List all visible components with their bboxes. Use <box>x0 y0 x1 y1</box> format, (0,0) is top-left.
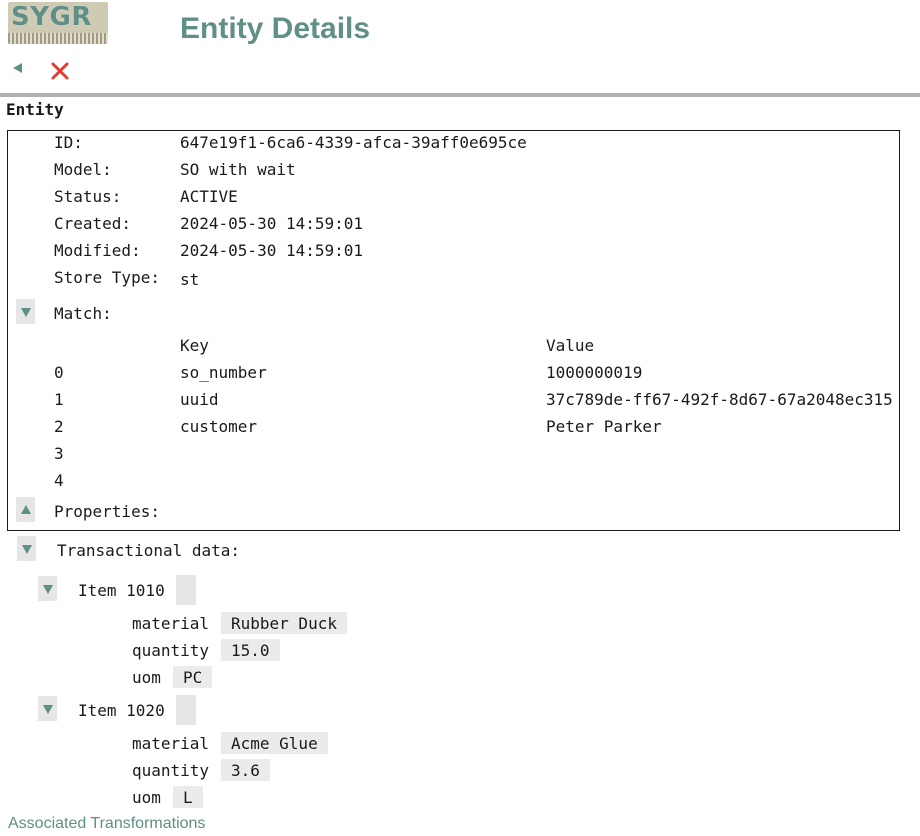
close-x-icon[interactable] <box>49 60 71 82</box>
item-field-name: material <box>132 614 210 633</box>
field-label-status: Status: <box>54 187 122 206</box>
match-row-index: 0 <box>54 363 64 382</box>
item-field-value: 15.0 <box>221 639 280 661</box>
chevron-up-icon <box>21 505 31 514</box>
field-value-created: 2024-05-30 14:59:01 <box>180 214 364 233</box>
match-row-value: 37c789de-ff67-492f-8d67-67a2048ec315 <box>546 390 893 409</box>
chevron-down-icon <box>43 585 53 594</box>
match-row-index: 1 <box>54 390 64 409</box>
properties-label: Properties: <box>54 502 160 521</box>
match-row-value: 1000000019 <box>546 363 643 382</box>
back-triangle-icon[interactable] <box>13 63 22 73</box>
field-label-id: ID: <box>54 133 83 152</box>
match-row-index: 4 <box>54 471 64 490</box>
item-field-name: material <box>132 734 210 753</box>
match-collapse-toggle[interactable] <box>16 299 35 324</box>
item-field-name: uom <box>132 668 161 687</box>
transactional-label: Transactional data: <box>57 541 241 560</box>
field-label-created: Created: <box>54 214 132 233</box>
entity-panel <box>7 130 900 531</box>
field-label-modified: Modified: <box>54 241 141 260</box>
item-field-value: Acme Glue <box>221 732 328 754</box>
match-row-key: customer <box>180 417 258 436</box>
item-empty-value <box>176 575 196 605</box>
item-field-name: quantity <box>132 641 210 660</box>
item-field-value: Rubber Duck <box>221 612 347 634</box>
field-value-id: 647e19f1-6ca6-4339-afca-39aff0e695ce <box>180 133 527 152</box>
page-title: Entity Details <box>180 12 371 45</box>
item-field-value: 3.6 <box>221 759 270 781</box>
item-field-value: PC <box>173 666 213 688</box>
item-title: Item 1020 <box>78 701 165 720</box>
logo-text: SYGR <box>11 2 92 32</box>
sygr-logo: SYGR <box>8 2 108 44</box>
item-empty-value <box>176 695 196 725</box>
field-value-status: ACTIVE <box>180 187 238 206</box>
field-value-store-type: st <box>180 270 200 289</box>
chevron-down-icon <box>22 545 32 554</box>
match-row-key: so_number <box>180 363 267 382</box>
header-divider <box>0 93 920 97</box>
match-row-value: Peter Parker <box>546 417 662 436</box>
item-title: Item 1010 <box>78 581 165 600</box>
associated-transformations-link[interactable]: Associated Transformations <box>8 815 205 833</box>
transactional-collapse-toggle[interactable] <box>17 536 36 561</box>
match-row-index: 3 <box>54 444 64 463</box>
field-label-store-type: Store Type: <box>54 268 160 287</box>
item-field-name: uom <box>132 788 161 807</box>
entity-section-title: Entity <box>6 100 64 119</box>
chevron-down-icon <box>43 705 53 714</box>
match-label: Match: <box>54 304 112 323</box>
field-label-model: Model: <box>54 160 112 179</box>
item-field-value: L <box>173 786 203 808</box>
item-field-name: quantity <box>132 761 210 780</box>
match-row-index: 2 <box>54 417 64 436</box>
match-header-value: Value <box>546 336 595 355</box>
match-row-key: uuid <box>180 390 219 409</box>
item-collapse-toggle[interactable] <box>38 696 57 721</box>
item-collapse-toggle[interactable] <box>38 576 57 601</box>
properties-expand-toggle[interactable] <box>16 497 35 522</box>
match-header-key: Key <box>180 336 209 355</box>
field-value-model: SO with wait <box>180 160 296 179</box>
chevron-down-icon <box>21 308 31 317</box>
field-value-modified: 2024-05-30 14:59:01 <box>180 241 364 260</box>
